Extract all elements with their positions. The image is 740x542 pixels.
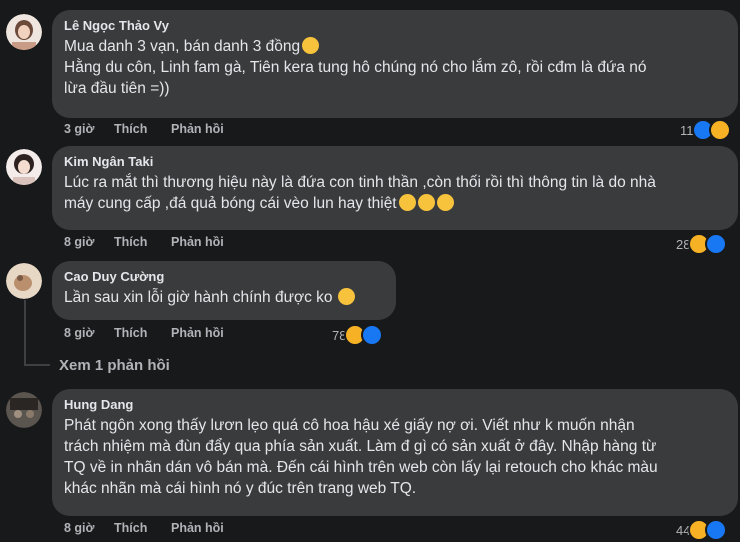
comment-actions: 8 giờ Thích Phản hồi (64, 326, 224, 340)
avatar[interactable] (6, 263, 42, 299)
thread-connector (24, 300, 26, 366)
comment-text: Lúc ra mắt thì thương hiệu này là đứa co… (64, 172, 726, 214)
comment-actions: 3 giờ Thích Phản hồi (64, 122, 224, 136)
comment-author[interactable]: Kim Ngân Taki (64, 153, 726, 170)
view-replies-link[interactable]: Xem 1 phản hồi (59, 357, 170, 374)
like-link[interactable]: Thích (114, 122, 171, 136)
comment-line: máy cung cấp ,đá quả bóng cái vèo lun ha… (64, 195, 397, 212)
comment-line: khác nhãn mà cái hình nó y đúc trên tran… (64, 480, 417, 497)
like-link[interactable]: Thích (114, 326, 171, 340)
comment-line: Lần sau xin lỗi giờ hành chính được ko (64, 289, 333, 306)
like-reaction-icon (705, 519, 728, 541)
comment-author[interactable]: Hung Dang (64, 396, 726, 413)
comment-text: Phát ngôn xong thấy lươn lẹo quá cô hoa … (64, 415, 726, 499)
comment-bubble: Cao Duy Cường Lần sau xin lỗi giờ hành c… (52, 261, 396, 320)
avatar[interactable] (6, 14, 42, 50)
reply-link[interactable]: Phản hồi (171, 235, 224, 249)
reply-link[interactable]: Phản hồi (171, 521, 224, 535)
comment-line: lừa đầu tiên =)) (64, 80, 170, 97)
comment-line: trách nhiệm mà đùn đẩy qua phía sản xuất… (64, 438, 657, 455)
reaction-summary[interactable]: 44 (676, 519, 728, 541)
reaction-summary[interactable]: 11 (680, 119, 731, 141)
comment-line: Mua danh 3 vạn, bán danh 3 đồng (64, 38, 301, 55)
comment-actions: 8 giờ Thích Phản hồi (64, 235, 224, 249)
timestamp[interactable]: 8 giờ (64, 235, 114, 249)
shushing-face-emoji-icon (302, 37, 320, 54)
reaction-summary[interactable]: 78 (332, 324, 384, 346)
comment-bubble: Lê Ngọc Thảo Vy Mua danh 3 vạn, bán danh… (52, 10, 738, 118)
reaction-summary[interactable]: 28 (676, 233, 728, 255)
comment-bubble: Hung Dang Phát ngôn xong thấy lươn lẹo q… (52, 389, 738, 516)
comment-author[interactable]: Cao Duy Cường (64, 268, 384, 285)
rofl-emoji-icon (417, 194, 435, 211)
avatar[interactable] (6, 392, 42, 428)
timestamp[interactable]: 8 giờ (64, 326, 114, 340)
comment-line: TQ về in nhãn dán vô bán mà. Đến cái hìn… (64, 459, 658, 476)
comment-bubble: Kim Ngân Taki Lúc ra mắt thì thương hiệu… (52, 146, 738, 230)
reply-link[interactable]: Phản hồi (171, 122, 224, 136)
comment-line: Hằng du côn, Linh fam gà, Tiên kera tung… (64, 59, 647, 76)
comment-text: Lần sau xin lỗi giờ hành chính được ko (64, 287, 384, 308)
comment-actions: 8 giờ Thích Phản hồi (64, 521, 224, 535)
like-reaction-icon (361, 324, 384, 346)
haha-reaction-icon (708, 119, 731, 141)
timestamp[interactable]: 3 giờ (64, 122, 114, 136)
like-link[interactable]: Thích (114, 235, 171, 249)
reply-link[interactable]: Phản hồi (171, 326, 224, 340)
comment-author[interactable]: Lê Ngọc Thảo Vy (64, 17, 726, 34)
expressionless-emoji-icon (337, 288, 355, 305)
timestamp[interactable]: 8 giờ (64, 521, 114, 535)
like-reaction-icon (705, 233, 728, 255)
rofl-emoji-icon (436, 194, 454, 211)
avatar[interactable] (6, 149, 42, 185)
comment-text: Mua danh 3 vạn, bán danh 3 đồng Hằng du … (64, 36, 726, 99)
comment-line: Lúc ra mắt thì thương hiệu này là đứa co… (64, 174, 656, 191)
rofl-emoji-icon (398, 194, 416, 211)
thread-connector (24, 364, 50, 366)
comment-line: Phát ngôn xong thấy lươn lẹo quá cô hoa … (64, 417, 635, 434)
like-link[interactable]: Thích (114, 521, 171, 535)
